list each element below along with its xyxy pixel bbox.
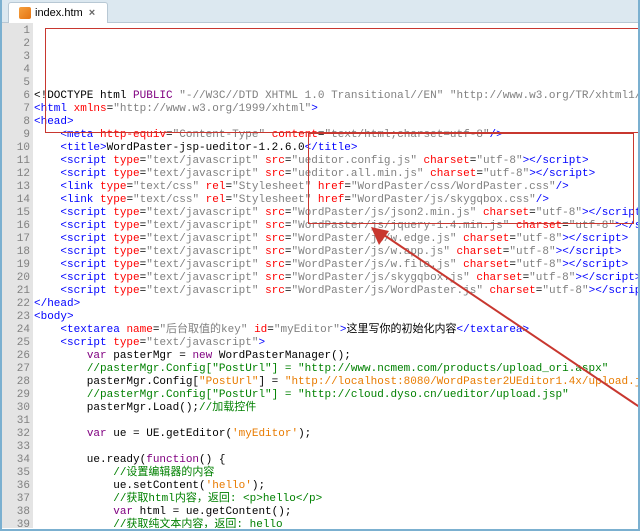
highlight-box-head bbox=[45, 28, 638, 133]
line-number: 9 bbox=[2, 129, 30, 142]
code-line: pasterMgr.Load();//加载控件 bbox=[34, 402, 638, 415]
line-number: 7 bbox=[2, 103, 30, 116]
code-line: //pasterMgr.Config["PostUrl"] = "http://… bbox=[34, 363, 638, 376]
code-line: </head> bbox=[34, 298, 638, 311]
line-number: 38 bbox=[2, 506, 30, 519]
code-line: <textarea name="后台取值的key" id="myEditor">… bbox=[34, 324, 638, 337]
code-lines: <!DOCTYPE html PUBLIC "-//W3C//DTD XHTML… bbox=[34, 25, 638, 528]
line-number: 28 bbox=[2, 376, 30, 389]
line-number: 18 bbox=[2, 246, 30, 259]
htm-file-icon bbox=[19, 7, 31, 19]
line-number: 32 bbox=[2, 428, 30, 441]
line-number: 17 bbox=[2, 233, 30, 246]
line-number: 15 bbox=[2, 207, 30, 220]
editor-window: index.htm × 1234567891011121314151617181… bbox=[0, 0, 640, 531]
line-number: 37 bbox=[2, 493, 30, 506]
line-number: 20 bbox=[2, 272, 30, 285]
line-number: 22 bbox=[2, 298, 30, 311]
code-line: <script type="text/javascript" src="Word… bbox=[34, 246, 638, 259]
line-number: 21 bbox=[2, 285, 30, 298]
file-tab[interactable]: index.htm × bbox=[8, 2, 108, 23]
line-number: 30 bbox=[2, 402, 30, 415]
line-number: 25 bbox=[2, 337, 30, 350]
line-number: 33 bbox=[2, 441, 30, 454]
line-number: 2 bbox=[2, 38, 30, 51]
line-number: 13 bbox=[2, 181, 30, 194]
line-number: 35 bbox=[2, 467, 30, 480]
line-number: 5 bbox=[2, 77, 30, 90]
line-number: 39 bbox=[2, 519, 30, 528]
code-line: //设置编辑器的内容 bbox=[34, 467, 638, 480]
code-line: <script type="text/javascript"> bbox=[34, 337, 638, 350]
line-number: 3 bbox=[2, 51, 30, 64]
line-number: 26 bbox=[2, 350, 30, 363]
line-number: 36 bbox=[2, 480, 30, 493]
code-line: pasterMgr.Config["PostUrl"] = "http://lo… bbox=[34, 376, 638, 389]
code-line: //获取纯文本内容，返回: hello bbox=[34, 519, 638, 528]
line-number: 1 bbox=[2, 25, 30, 38]
line-number: 14 bbox=[2, 194, 30, 207]
gutter: 1234567891011121314151617181920212223242… bbox=[2, 23, 33, 528]
line-number: 6 bbox=[2, 90, 30, 103]
code-line bbox=[34, 415, 638, 428]
line-number: 11 bbox=[2, 155, 30, 168]
line-number: 8 bbox=[2, 116, 30, 129]
code-line: var ue = UE.getEditor('myEditor'); bbox=[34, 428, 638, 441]
code-line: //pasterMgr.Config["PostUrl"] = "http://… bbox=[34, 389, 638, 402]
tab-bar: index.htm × bbox=[2, 0, 638, 23]
code-line: <body> bbox=[34, 311, 638, 324]
line-number: 10 bbox=[2, 142, 30, 155]
code-line: ue.ready(function() { bbox=[34, 454, 638, 467]
code-line: <script type="text/javascript" src="Word… bbox=[34, 272, 638, 285]
close-icon[interactable]: × bbox=[87, 7, 97, 19]
line-number: 31 bbox=[2, 415, 30, 428]
code-line: <script type="text/javascript" src="Word… bbox=[34, 259, 638, 272]
line-number: 23 bbox=[2, 311, 30, 324]
line-number: 19 bbox=[2, 259, 30, 272]
code-line: <script type="text/javascript" src="Word… bbox=[34, 285, 638, 298]
code-area[interactable]: 1234567891011121314151617181920212223242… bbox=[2, 23, 638, 528]
tab-filename: index.htm bbox=[35, 7, 83, 19]
code-line: //获取html内容，返回: <p>hello</p> bbox=[34, 493, 638, 506]
line-number: 27 bbox=[2, 363, 30, 376]
code-line: ue.setContent('hello'); bbox=[34, 480, 638, 493]
line-number: 34 bbox=[2, 454, 30, 467]
code-line: var html = ue.getContent(); bbox=[34, 506, 638, 519]
code-line bbox=[34, 441, 638, 454]
line-number: 12 bbox=[2, 168, 30, 181]
line-number: 4 bbox=[2, 64, 30, 77]
highlight-box-scripts bbox=[308, 133, 634, 224]
code-line: var pasterMgr = new WordPasterManager(); bbox=[34, 350, 638, 363]
line-number: 16 bbox=[2, 220, 30, 233]
line-number: 24 bbox=[2, 324, 30, 337]
code-line: <script type="text/javascript" src="Word… bbox=[34, 233, 638, 246]
line-number: 29 bbox=[2, 389, 30, 402]
